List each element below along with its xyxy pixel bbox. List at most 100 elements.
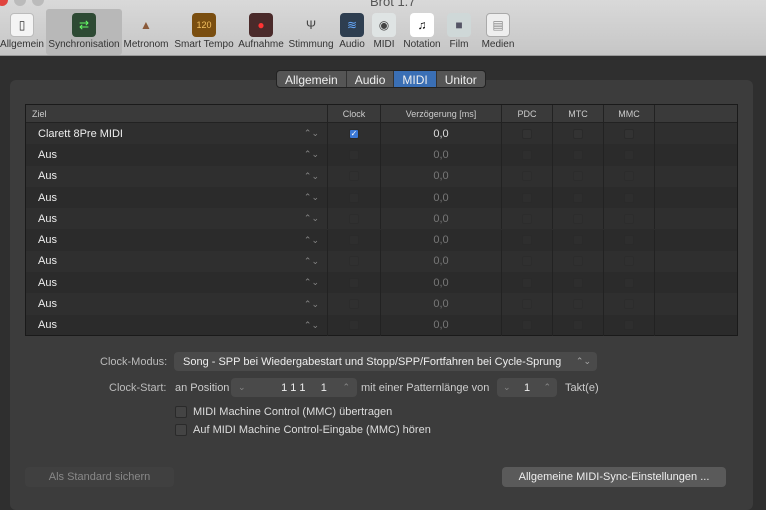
decrement-icon[interactable]: ⌄: [503, 382, 511, 393]
toolbar-item-metronom[interactable]: ▲ Metronom: [122, 9, 170, 55]
close-window-button[interactable]: [0, 0, 8, 6]
destination-select[interactable]: Aus ⌃⌄: [26, 229, 328, 251]
increment-icon[interactable]: ⌃: [342, 382, 350, 393]
clock-checkbox[interactable]: [349, 192, 359, 203]
pattern-length-field[interactable]: ⌄ 1 ⌃: [497, 378, 557, 397]
pdc-checkbox[interactable]: [522, 320, 532, 331]
delay-field[interactable]: 0,0: [381, 314, 502, 336]
toolbar-item-medien[interactable]: ▤ Medien: [478, 9, 518, 55]
header-clock[interactable]: Clock: [328, 105, 381, 122]
destination-select[interactable]: Aus ⌃⌄: [26, 293, 328, 315]
mmc-checkbox[interactable]: [624, 149, 634, 160]
delay-field[interactable]: 0,0: [381, 165, 502, 187]
clock-checkbox[interactable]: [349, 277, 359, 288]
zoom-window-button[interactable]: [32, 0, 44, 6]
pdc-checkbox[interactable]: [522, 128, 532, 139]
mmc-transmit-option[interactable]: MIDI Machine Control (MMC) übertragen: [175, 406, 392, 418]
toolbar-item-stimmung[interactable]: Ψ Stimmung: [287, 9, 335, 55]
destination-select[interactable]: Aus ⌃⌄: [26, 208, 328, 230]
destination-select[interactable]: Aus ⌃⌄: [26, 250, 328, 273]
general-midi-sync-button[interactable]: Allgemeine MIDI-Sync-Einstellungen ...: [502, 467, 726, 487]
minimize-window-button[interactable]: [14, 0, 26, 6]
toolbar-item-allgemein[interactable]: ▯ Allgemein: [0, 9, 44, 55]
mmc-checkbox[interactable]: [624, 277, 634, 288]
pdc-checkbox[interactable]: [522, 192, 532, 203]
pdc-checkbox[interactable]: [522, 277, 532, 288]
destination-select[interactable]: Aus ⌃⌄: [26, 186, 328, 209]
header-pdc[interactable]: PDC: [502, 105, 553, 122]
clock-checkbox[interactable]: [349, 256, 359, 267]
mtc-checkbox[interactable]: [573, 128, 583, 139]
mmc-checkbox[interactable]: [624, 235, 634, 246]
clock-checkbox[interactable]: ✓: [349, 128, 359, 139]
clock-checkbox[interactable]: [349, 149, 359, 160]
mtc-checkbox[interactable]: [573, 299, 583, 310]
delay-field[interactable]: 0,0: [381, 144, 502, 166]
toolbar-item-film[interactable]: ■ Film: [444, 9, 474, 55]
pdc-checkbox[interactable]: [522, 256, 532, 267]
delay-field[interactable]: 0,0: [381, 272, 502, 294]
decrement-icon[interactable]: ⌄: [238, 382, 246, 393]
header-mtc[interactable]: MTC: [553, 105, 604, 122]
destination-select[interactable]: Aus ⌃⌄: [26, 165, 328, 187]
mtc-checkbox[interactable]: [573, 171, 583, 182]
clock-checkbox[interactable]: [349, 213, 359, 224]
mtc-checkbox[interactable]: [573, 213, 583, 224]
tab-allgemein[interactable]: Allgemein: [277, 71, 347, 87]
destination-select[interactable]: Clarett 8Pre MIDI ⌃⌄: [26, 123, 328, 145]
mmc-transmit-checkbox[interactable]: [175, 406, 187, 418]
toolbar-item-synchronisation[interactable]: ⇄ Synchronisation: [46, 9, 122, 55]
toolbar-item-notation[interactable]: ♫ Notation: [402, 9, 442, 55]
clock-checkbox[interactable]: [349, 235, 359, 246]
delay-field[interactable]: 0,0: [381, 293, 502, 315]
toolbar-item-label: Smart Tempo: [174, 39, 234, 50]
tab-audio[interactable]: Audio: [347, 71, 395, 87]
mmc-checkbox[interactable]: [624, 320, 634, 331]
destination-select[interactable]: Aus ⌃⌄: [26, 314, 328, 336]
mtc-checkbox[interactable]: [573, 149, 583, 160]
toolbar-item-smart-tempo[interactable]: 120 Smart Tempo: [174, 9, 234, 55]
tab-midi[interactable]: MIDI: [394, 71, 437, 87]
mmc-checkbox[interactable]: [624, 192, 634, 203]
mmc-checkbox[interactable]: [624, 299, 634, 310]
header-mmc[interactable]: MMC: [604, 105, 655, 122]
mmc-checkbox[interactable]: [624, 256, 634, 267]
clock-checkbox[interactable]: [349, 171, 359, 182]
pdc-checkbox[interactable]: [522, 171, 532, 182]
destination-select[interactable]: Aus ⌃⌄: [26, 272, 328, 294]
delay-field[interactable]: 0,0: [381, 123, 502, 145]
destination-select[interactable]: Aus ⌃⌄: [26, 144, 328, 166]
mtc-checkbox[interactable]: [573, 235, 583, 246]
position-field[interactable]: ⌄ 1 1 1 1 ⌃: [231, 378, 357, 397]
sync-arrows-icon: ⇄: [72, 13, 96, 37]
clock-mode-select[interactable]: Song - SPP bei Wiedergabestart und Stopp…: [174, 352, 597, 371]
mtc-checkbox[interactable]: [573, 320, 583, 331]
delay-field[interactable]: 0,0: [381, 250, 502, 273]
clock-mode-label: Clock-Modus:: [100, 356, 168, 368]
header-delay[interactable]: Verzögerung [ms]: [381, 105, 502, 122]
mmc-listen-checkbox[interactable]: [175, 424, 187, 436]
pdc-checkbox[interactable]: [522, 213, 532, 224]
toolbar-item-midi[interactable]: ◉ MIDI: [370, 9, 398, 55]
mtc-checkbox[interactable]: [573, 192, 583, 203]
mmc-listen-option[interactable]: Auf MIDI Machine Control-Eingabe (MMC) h…: [175, 424, 431, 436]
mmc-checkbox[interactable]: [624, 171, 634, 182]
pdc-checkbox[interactable]: [522, 149, 532, 160]
mtc-checkbox[interactable]: [573, 256, 583, 267]
delay-field[interactable]: 0,0: [381, 229, 502, 251]
delay-field[interactable]: 0,0: [381, 208, 502, 230]
mtc-checkbox[interactable]: [573, 277, 583, 288]
pdc-checkbox[interactable]: [522, 299, 532, 310]
tab-unitor[interactable]: Unitor: [437, 71, 485, 87]
header-ziel[interactable]: Ziel: [26, 105, 328, 122]
clock-checkbox[interactable]: [349, 299, 359, 310]
toolbar-item-audio[interactable]: ≋ Audio: [337, 9, 367, 55]
toolbar-item-aufnahme[interactable]: ● Aufnahme: [236, 9, 286, 55]
pdc-checkbox[interactable]: [522, 235, 532, 246]
clock-checkbox[interactable]: [349, 320, 359, 331]
mmc-checkbox[interactable]: [624, 128, 634, 139]
save-default-button[interactable]: Als Standard sichern: [25, 467, 174, 487]
mmc-checkbox[interactable]: [624, 213, 634, 224]
increment-icon[interactable]: ⌃: [543, 382, 551, 393]
delay-field[interactable]: 0,0: [381, 186, 502, 209]
